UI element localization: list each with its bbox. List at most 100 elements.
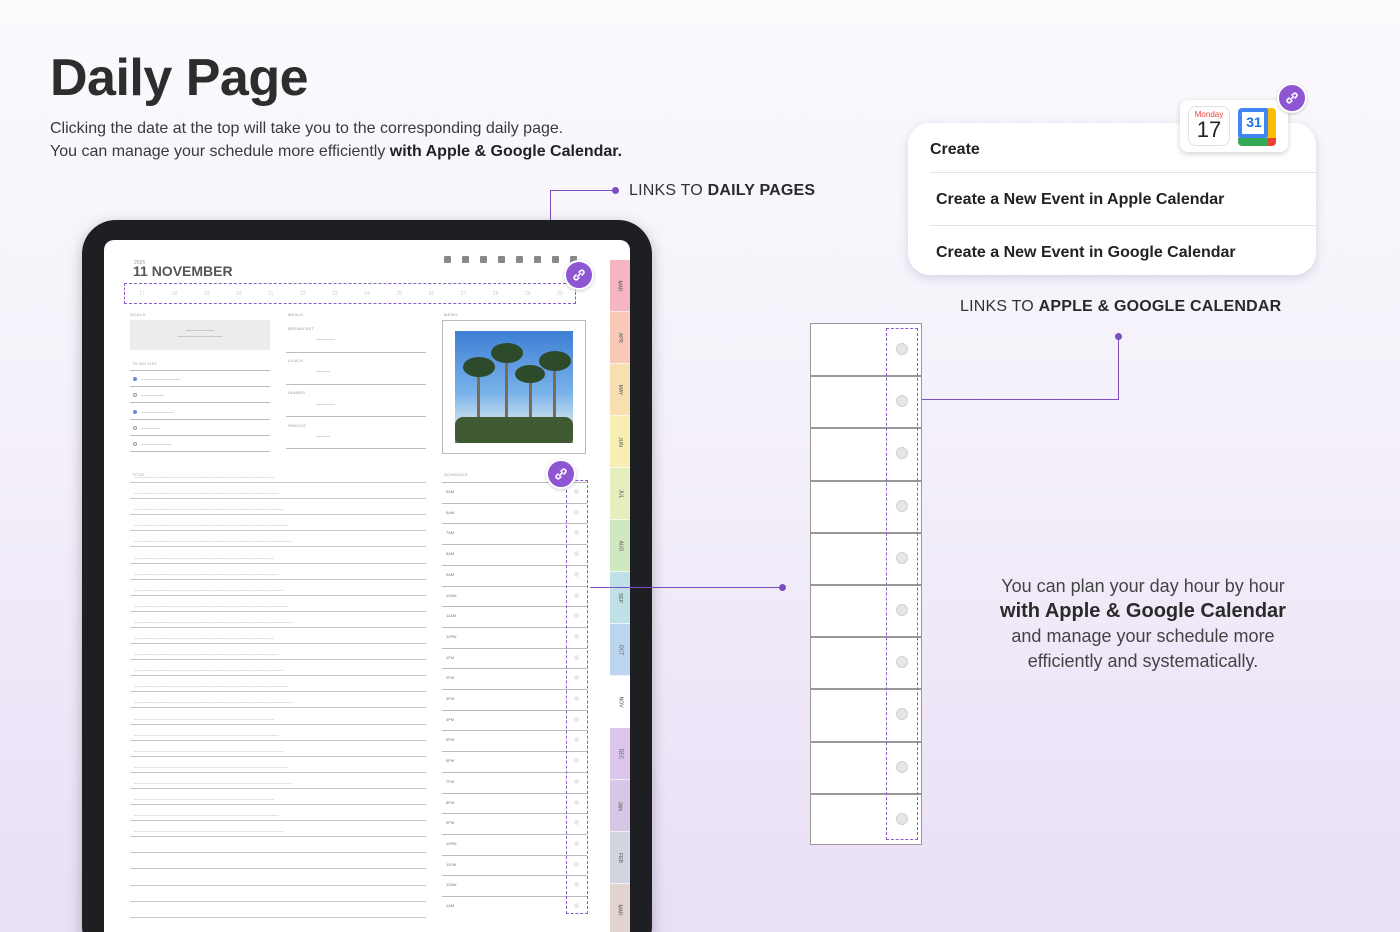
month-tab-label: OCT bbox=[617, 644, 623, 655]
daily-links-highlight bbox=[124, 283, 576, 304]
plan-line-2: with Apple & Google Calendar bbox=[985, 599, 1301, 624]
month-tab[interactable]: NOV bbox=[610, 676, 630, 728]
month-tab[interactable]: OCT bbox=[610, 624, 630, 676]
note-line bbox=[130, 804, 426, 805]
month-tab[interactable]: DEC bbox=[610, 728, 630, 780]
note-scribble: ~~~~~~~~~~~~~~~~~~~~~~~~~~~~~~~~~~~~~~~~… bbox=[134, 700, 293, 706]
book-icon[interactable] bbox=[552, 256, 559, 263]
todo-check-1[interactable] bbox=[133, 377, 137, 381]
daily-callout-dot bbox=[612, 187, 619, 194]
schedule-time: 5AM bbox=[446, 489, 455, 494]
month-tab-label: APR bbox=[617, 332, 623, 343]
note-line bbox=[130, 594, 426, 596]
subtitle-line-1: Clicking the date at the top will take y… bbox=[50, 120, 564, 137]
subtitle-line-2-bold: with Apple & Google Calendar. bbox=[389, 143, 623, 160]
pen-icon[interactable] bbox=[534, 256, 541, 263]
note-line bbox=[130, 868, 426, 870]
calendar-callout-bold: APPLE & GOOGLE CALENDAR bbox=[1038, 298, 1282, 315]
month-tab[interactable]: FEB bbox=[610, 832, 630, 884]
calendar-callout-line-h bbox=[918, 399, 1119, 400]
date-title[interactable]: 11 NOVEMBER bbox=[133, 263, 233, 279]
cart-icon[interactable] bbox=[516, 256, 523, 263]
todo-rule-3 bbox=[130, 402, 270, 403]
page-subtitle: Clicking the date at the top will take y… bbox=[50, 117, 622, 163]
month-tab[interactable]: MAR bbox=[610, 260, 630, 312]
note-line bbox=[130, 884, 426, 886]
plan-line-4: efficiently and systematically. bbox=[1027, 651, 1259, 671]
schedule-time: 6AM bbox=[446, 509, 455, 515]
todo-rule-2 bbox=[130, 386, 270, 387]
toolbar-icons bbox=[444, 256, 577, 263]
plan-line-1: You can plan your day hour by hour bbox=[1001, 576, 1285, 596]
subtitle-line-2: You can manage your schedule more effici… bbox=[50, 140, 622, 163]
schedule-time: 11AM bbox=[446, 613, 457, 619]
meal-rule-1 bbox=[286, 352, 426, 353]
month-tab-label: NOV bbox=[617, 696, 623, 707]
meal-rule-2 bbox=[286, 384, 426, 385]
todo-item-5: ~~~~~~~~~~~~~ bbox=[141, 442, 172, 447]
note-scribble: ~~~~~~~~~~~~~~~~~~~~~~~~~~~~~~~~~~~~~~~~… bbox=[134, 636, 275, 641]
todo-rule-6 bbox=[130, 451, 270, 452]
note-line bbox=[130, 836, 426, 838]
apple-calendar-icon[interactable]: Monday 17 bbox=[1188, 106, 1230, 146]
schedule-time: 3PM bbox=[446, 696, 455, 701]
grid-icon[interactable] bbox=[480, 256, 487, 263]
todo-check-3[interactable] bbox=[133, 410, 137, 414]
month-tab-label: FEB bbox=[616, 852, 623, 863]
note-scribble: ~~~~~~~~~~~~~~~~~~~~~~~~~~~~~~~~~~~~~~~~… bbox=[134, 748, 284, 754]
calendar-callout-line-v bbox=[1118, 336, 1119, 399]
note-line bbox=[130, 530, 426, 532]
calendar-link-badge[interactable] bbox=[546, 459, 576, 489]
note-scribble: ~~~~~~~~~~~~~~~~~~~~~~~~~~~~~~~~~~~~~~~~… bbox=[134, 780, 293, 786]
google-calendar-icon[interactable]: 31 bbox=[1238, 108, 1276, 146]
month-tab[interactable]: JUL bbox=[610, 468, 630, 520]
daily-link-badge[interactable] bbox=[564, 260, 594, 290]
schedule-time: 11PM bbox=[446, 861, 457, 867]
create-apple-event-item[interactable]: Create a New Event in Apple Calendar bbox=[936, 191, 1224, 209]
calendar-icon[interactable] bbox=[462, 256, 469, 263]
note-line bbox=[130, 610, 426, 612]
note-line bbox=[130, 707, 426, 709]
planner-screen: 2025 11 NOVEMBER 17 18 19 20 21 22 23 24 25 26 27 2… bbox=[104, 240, 630, 932]
meal-snacks-note: ~~~~~~ bbox=[316, 434, 331, 439]
meal-lunch: LUNCH bbox=[288, 358, 304, 363]
chart-icon[interactable] bbox=[498, 256, 505, 263]
month-tabs: MAR APR MAY JUN JUL AUG SEP OCT NOV DEC JAN FEB MAR bbox=[610, 260, 630, 932]
create-google-event-item[interactable]: Create a New Event in Google Calendar bbox=[936, 244, 1236, 262]
note-line bbox=[130, 755, 426, 757]
calendar-callout-prefix: LINKS TO bbox=[960, 298, 1039, 315]
todo-check-2[interactable] bbox=[133, 393, 137, 397]
month-tab[interactable]: MAY bbox=[610, 364, 630, 416]
month-tab-label: JAN bbox=[616, 800, 623, 811]
zoom-connector-line bbox=[590, 587, 784, 588]
note-scribble: ~~~~~~~~~~~~~~~~~~~~~~~~~~~~~~~~~~~~~~~~… bbox=[134, 475, 275, 480]
month-tab[interactable]: JAN bbox=[610, 780, 630, 832]
month-tab-label: DEC bbox=[617, 748, 623, 759]
todo-check-4[interactable] bbox=[133, 426, 137, 430]
month-tab[interactable]: SEP bbox=[610, 572, 630, 624]
link-icon bbox=[573, 269, 585, 281]
month-tab[interactable]: APR bbox=[610, 312, 630, 364]
meal-dinner-note: ~~~~~~~~ bbox=[316, 402, 335, 407]
month-tab[interactable]: AUG bbox=[610, 520, 630, 572]
note-scribble: ~~~~~~~~~~~~~~~~~~~~~~~~~~~~~~~~~~~~~~~~… bbox=[134, 716, 275, 722]
google-calendar-day: 31 bbox=[1246, 114, 1262, 130]
todo-item-3: ~~~~~~~~~~~~~~ bbox=[141, 410, 174, 415]
month-tab[interactable]: MAR bbox=[610, 884, 630, 932]
calendar-menu-link-badge[interactable] bbox=[1277, 83, 1307, 113]
meal-snacks: SNACKS bbox=[288, 423, 307, 428]
todo-check-5[interactable] bbox=[133, 442, 137, 446]
schedule-time: 1PM bbox=[446, 654, 455, 660]
home-icon[interactable] bbox=[444, 256, 451, 263]
note-scribble: ~~~~~~~~~~~~~~~~~~~~~~~~~~~~~~~~~~~~~~~~… bbox=[134, 507, 284, 513]
note-scribble: ~~~~~~~~~~~~~~~~~~~~~~~~~~~~~~~~~~~~~~~~… bbox=[134, 797, 275, 802]
month-tab-label: AUG bbox=[617, 540, 623, 551]
calendar-callout: LINKS TO APPLE & GOOGLE CALENDAR bbox=[960, 298, 1281, 316]
schedule-time: 6PM bbox=[446, 758, 455, 764]
month-tab[interactable]: JUN bbox=[610, 416, 630, 468]
meals-label: MEALS bbox=[288, 312, 304, 317]
note-scribble: ~~~~~~~~~~~~~~~~~~~~~~~~~~~~~~~~~~~~~~~~… bbox=[134, 523, 289, 529]
schedule-time: 2PM bbox=[446, 675, 455, 681]
month-tab-label: MAR bbox=[617, 279, 623, 292]
note-line bbox=[130, 659, 426, 661]
